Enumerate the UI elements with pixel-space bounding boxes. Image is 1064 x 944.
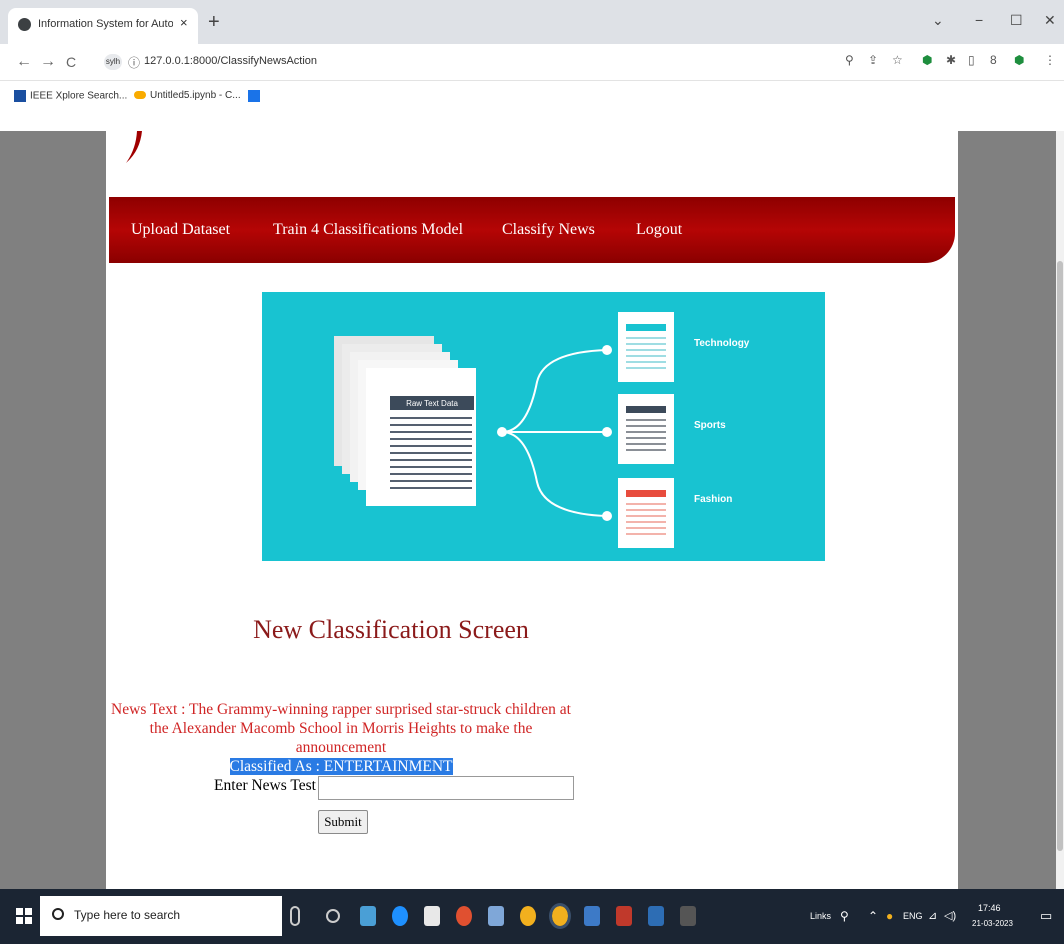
people-icon[interactable]: ⚲: [840, 909, 849, 923]
bookmark-colab[interactable]: Untitled5.ipynb - C...: [134, 90, 241, 101]
app-icon[interactable]: [584, 906, 600, 926]
site-badge[interactable]: sylh: [104, 54, 122, 70]
back-button[interactable]: ←: [16, 53, 32, 71]
reload-button[interactable]: C: [66, 54, 76, 70]
globe-icon: [18, 18, 31, 31]
app-icon[interactable]: [648, 906, 664, 926]
info-icon[interactable]: ⓘ: [128, 54, 140, 71]
shield-extension-icon[interactable]: ⬢: [1014, 54, 1026, 66]
page-viewport: Upload Dataset Train 4 Classifications M…: [0, 131, 1064, 889]
app-icon[interactable]: [360, 906, 376, 926]
browser-tab[interactable]: Information System for Automa ×: [8, 8, 198, 44]
news-text-line-1: News Text : The Grammy-winning rapper su…: [111, 701, 571, 718]
terminal-icon[interactable]: [680, 906, 696, 926]
ieee-icon: [14, 90, 26, 102]
address-bar[interactable]: sylh ⓘ 127.0.0.1:8000/ClassifyNewsAction: [98, 50, 878, 74]
page-title: New Classification Screen: [253, 615, 529, 644]
menu-logout[interactable]: Logout: [636, 221, 682, 239]
links-label[interactable]: Links: [810, 911, 831, 921]
maximize-button[interactable]: ☐: [1010, 12, 1023, 29]
submit-button[interactable]: Submit: [318, 810, 368, 834]
sidebar-icon[interactable]: ▯: [968, 54, 980, 66]
forward-button[interactable]: →: [40, 53, 56, 71]
chevron-down-icon[interactable]: ⌄: [932, 12, 944, 29]
microphone-icon[interactable]: [290, 906, 300, 926]
scrollbar-thumb[interactable]: [1057, 261, 1063, 851]
store-icon[interactable]: [424, 906, 440, 926]
minimize-button[interactable]: −: [975, 12, 983, 28]
sports-doc-icon: [618, 394, 674, 464]
bookmarks-bar: IEEE Xplore Search... Untitled5.ipynb - …: [0, 81, 1064, 131]
menu-icon[interactable]: ⋮: [1044, 54, 1056, 66]
bookmark-ieee[interactable]: IEEE Xplore Search...: [14, 90, 127, 102]
classification-banner: Raw Text Data Technology Sports Fashion: [262, 292, 825, 561]
notification-icon[interactable]: ▭: [1040, 908, 1052, 924]
chrome-active-icon[interactable]: [549, 903, 571, 929]
app-icon[interactable]: [488, 906, 504, 926]
menu-upload-dataset[interactable]: Upload Dataset: [131, 221, 230, 239]
search-placeholder: Type here to search: [74, 908, 181, 922]
menu-classify-news[interactable]: Classify News: [502, 221, 595, 239]
logo-swoosh-icon: [126, 131, 142, 163]
browser-tab-bar: Information System for Automa × + ⌄ − ☐ …: [0, 0, 1064, 44]
news-text-line-2: the Alexander Macomb School in Morris He…: [149, 720, 533, 756]
browser-toolbar: ← → C sylh ⓘ 127.0.0.1:8000/ClassifyNews…: [0, 44, 1064, 81]
share-icon[interactable]: ⇪: [868, 54, 880, 66]
main-menu: Upload Dataset Train 4 Classifications M…: [109, 197, 955, 263]
category-technology: Technology: [694, 338, 750, 349]
clock-time[interactable]: 17:46: [978, 903, 1001, 913]
bookmark-unnamed[interactable]: [248, 90, 264, 102]
volume-icon[interactable]: ◁): [944, 909, 956, 922]
close-window-button[interactable]: ✕: [1044, 12, 1056, 29]
chevron-up-icon[interactable]: ⌃: [868, 909, 878, 923]
fashion-doc-icon: [618, 478, 674, 548]
edge-icon[interactable]: [392, 906, 408, 926]
app-icon[interactable]: [616, 906, 632, 926]
shield-extension-icon[interactable]: ⬢: [922, 54, 934, 66]
url-text[interactable]: 127.0.0.1:8000/ClassifyNewsAction: [144, 55, 317, 67]
chrome-icon[interactable]: [520, 906, 536, 926]
new-tab-button[interactable]: +: [208, 12, 220, 32]
star-icon[interactable]: ☆: [892, 54, 904, 66]
news-text-input[interactable]: [318, 776, 574, 800]
blue-square-icon: [248, 90, 260, 102]
news-input-label: Enter News Test: [214, 777, 316, 794]
app-icon[interactable]: [456, 906, 472, 926]
menu-train-models[interactable]: Train 4 Classifications Model: [273, 221, 463, 239]
tray-app-icon[interactable]: ●: [886, 909, 893, 923]
zoom-icon[interactable]: ⚲: [845, 54, 857, 66]
tab-title: Information System for Automa: [38, 18, 173, 30]
raw-text-label: Raw Text Data: [406, 399, 458, 408]
taskbar-search[interactable]: Type here to search: [40, 896, 282, 936]
search-icon: [52, 908, 64, 920]
network-icon[interactable]: ⊿: [928, 909, 937, 922]
profile-icon[interactable]: 8: [990, 54, 1002, 66]
puzzle-icon[interactable]: ✱: [946, 54, 958, 66]
clock-date[interactable]: 21-03-2023: [972, 919, 1013, 928]
tray-lang[interactable]: ENG: [903, 911, 923, 921]
windows-taskbar: Type here to search Links ⚲ ⌃ ● ENG ⊿ ◁)…: [0, 889, 1064, 944]
page-content: Upload Dataset Train 4 Classifications M…: [106, 131, 958, 889]
technology-doc-icon: [618, 312, 674, 382]
colab-icon: [134, 91, 146, 100]
task-view-icon[interactable]: [326, 909, 340, 923]
close-icon[interactable]: ×: [180, 15, 188, 30]
category-fashion: Fashion: [694, 494, 732, 505]
classified-as: Classified As : ENTERTAINMENT: [229, 758, 453, 775]
classification-result: News Text : The Grammy-winning rapper su…: [106, 700, 576, 776]
scrollbar[interactable]: [1056, 131, 1064, 889]
windows-start-icon[interactable]: [16, 908, 32, 924]
category-sports: Sports: [694, 420, 726, 431]
